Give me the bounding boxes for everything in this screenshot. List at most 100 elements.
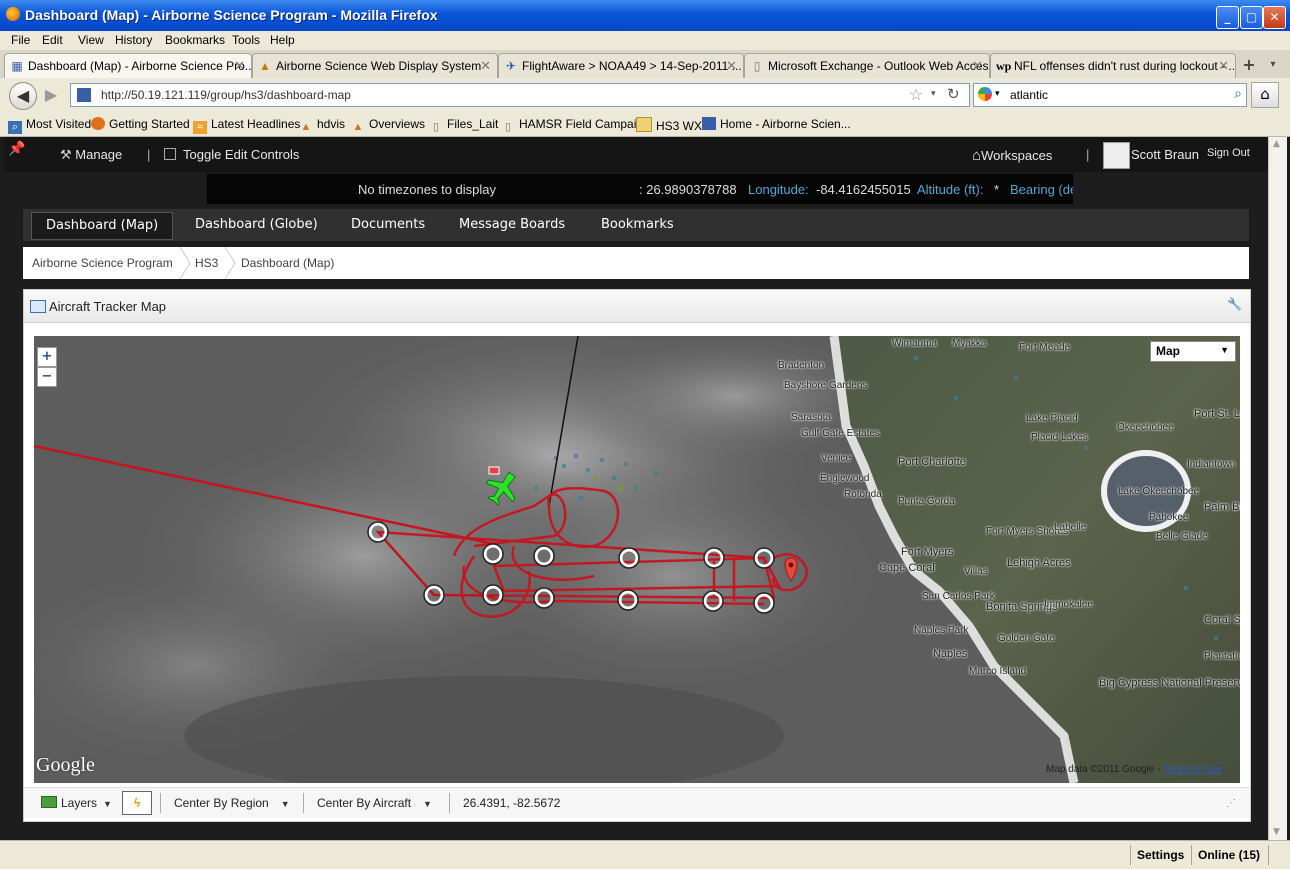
center-by-region-button[interactable]: Center By Region ▼ [174, 796, 290, 810]
avatar[interactable] [1103, 142, 1130, 169]
online-users[interactable]: Online (15) [1198, 848, 1260, 862]
scroll-down-icon[interactable]: ▼ [1273, 827, 1280, 837]
tab-close-icon[interactable]: ✕ [726, 58, 737, 74]
menu-history[interactable]: History [115, 33, 152, 47]
terms-of-use-link[interactable]: Terms of Use [1163, 764, 1222, 775]
sign-out-link[interactable]: Sign Out [1207, 147, 1250, 159]
nav-dashboard-globe[interactable]: Dashboard (Globe) [181, 209, 332, 241]
nav-dashboard-map[interactable]: Dashboard (Map) [31, 212, 174, 240]
zoom-out-button[interactable]: − [37, 367, 57, 387]
tab-close-icon[interactable]: ✕ [480, 58, 491, 74]
tab-web-display[interactable]: ▲ Airborne Science Web Display System ✕ [252, 53, 498, 78]
new-tab-button[interactable]: + [1238, 54, 1260, 76]
bookmark-latest-headlines[interactable]: ≈ Latest Headlines [193, 117, 300, 134]
search-engine-dropdown-icon[interactable]: ▾ [995, 88, 1000, 99]
tab-nfl[interactable]: wp NFL offenses didn't rust during locko… [990, 53, 1236, 78]
url-bar[interactable]: http://50.19.121.119/group/hs3/dashboard… [70, 83, 970, 107]
menu-view[interactable]: View [78, 33, 104, 47]
url-history-dropdown-icon[interactable]: ▾ [931, 88, 936, 99]
map-type-select[interactable]: Map ▼ [1150, 341, 1236, 362]
search-value: atlantic [1010, 88, 1049, 102]
altitude-value: * [994, 182, 1000, 197]
bookmark-overviews[interactable]: ▲ Overviews [351, 117, 425, 134]
page-icon: ▯ [432, 121, 440, 133]
bookmark-getting-started[interactable]: Getting Started [91, 117, 190, 131]
menu-edit[interactable]: Edit [42, 33, 63, 47]
breadcrumb-chevron-icon [224, 247, 236, 279]
resize-grip-icon[interactable]: ⋰ [1226, 798, 1236, 809]
checkbox-icon [164, 148, 176, 160]
bookmark-home-airborne[interactable]: Home - Airborne Scien... [702, 117, 851, 131]
town-label: Sarasota [791, 412, 832, 423]
close-button[interactable]: ✕ [1263, 6, 1286, 29]
tab-close-icon[interactable]: ✕ [972, 58, 983, 74]
pin-icon[interactable]: 📌 [8, 140, 25, 157]
separator [1191, 845, 1192, 865]
nav-message-boards[interactable]: Message Boards [445, 209, 579, 241]
tab-label: Dashboard (Map) - Airborne Science Pro..… [28, 59, 252, 73]
wp-icon: wp [996, 59, 1012, 73]
town-label: Pahokee [1149, 512, 1189, 523]
tab-list-button[interactable]: ▾ [1265, 54, 1281, 76]
scroll-up-icon[interactable]: ▲ [1273, 139, 1280, 149]
wrench-icon[interactable]: 🔧 [1227, 297, 1242, 311]
tab-dashboard-map[interactable]: ▦ Dashboard (Map) - Airborne Science Pro… [4, 53, 252, 79]
google-logo: Google [36, 754, 95, 776]
settings-button[interactable]: Settings [1137, 848, 1184, 862]
menu-file[interactable]: File [11, 33, 30, 47]
page-icon: ▦ [11, 59, 23, 73]
tab-flightaware[interactable]: ✈ FlightAware > NOAA49 > 14-Sep-2011 ...… [498, 53, 744, 78]
layers-button[interactable]: Layers ▼ [41, 796, 112, 810]
cursor-coordinates: 26.4391, -82.5672 [463, 796, 561, 810]
bookmark-hamsr[interactable]: ▯ HAMSR Field Campaign [501, 117, 650, 134]
town-label: Englewood [820, 473, 870, 484]
town-label: Fort Meade [1019, 342, 1071, 353]
breadcrumb-hs3[interactable]: HS3 [195, 256, 218, 270]
tab-label: Airborne Science Web Display System [276, 59, 482, 73]
toggle-edit-controls[interactable]: Toggle Edit Controls [164, 147, 299, 162]
search-icon[interactable]: ⌕ [1234, 85, 1242, 102]
maximize-button[interactable]: ▢ [1240, 6, 1263, 29]
bookmark-hs3-wx[interactable]: HS3 WX [636, 117, 702, 133]
search-field[interactable]: ▾ atlantic ⌕ [973, 83, 1247, 107]
bookmark-most-visited[interactable]: ⌕ Most Visited [8, 117, 91, 134]
aircraft-tracker-panel: Aircraft Tracker Map 🔧 + − Map ▼ Bradent… [23, 289, 1251, 822]
lightning-toggle[interactable]: ϟ [122, 791, 152, 815]
main-nav: Dashboard (Map) Dashboard (Globe) Docume… [23, 209, 1249, 241]
menu-tools[interactable]: Tools [232, 33, 260, 47]
panel-header: Aircraft Tracker Map 🔧 [24, 290, 1250, 323]
bookmark-files-lait[interactable]: ▯ Files_Lait [429, 117, 498, 134]
tab-close-icon[interactable]: ✕ [1218, 58, 1229, 74]
town-label: Port St. Lucie [1194, 408, 1240, 420]
back-button[interactable]: ◀ [9, 82, 37, 110]
dropdown-arrow-icon: ▼ [1220, 345, 1229, 355]
reload-icon[interactable]: ↻ [947, 85, 960, 103]
town-label: Lehigh Acres [1007, 557, 1071, 569]
bookmark-hdvis[interactable]: ▲ hdvis [299, 117, 345, 134]
tab-close-icon[interactable]: ✕ [234, 58, 245, 74]
separator [1130, 845, 1131, 865]
tab-outlook[interactable]: ▯ Microsoft Exchange - Outlook Web Acces… [744, 53, 990, 78]
menu-bookmarks[interactable]: Bookmarks [165, 33, 225, 47]
nav-bookmarks[interactable]: Bookmarks [587, 209, 688, 241]
altitude-label: Altitude (ft): [917, 182, 984, 197]
manage-link[interactable]: ⚒ Manage [60, 147, 122, 163]
town-label: Venice [821, 453, 852, 464]
menu-help[interactable]: Help [270, 33, 295, 47]
breadcrumb-airborne-science[interactable]: Airborne Science Program [32, 256, 173, 270]
center-aircraft-label: Center By Aircraft [317, 796, 412, 810]
center-by-aircraft-button[interactable]: Center By Aircraft ▼ [317, 796, 432, 810]
workspaces-link[interactable]: ⌂Workspaces [972, 147, 1052, 164]
forward-button[interactable]: ▶ [38, 82, 64, 108]
town-label: Rotonda [844, 489, 882, 500]
bookmark-star-icon[interactable]: ☆ [909, 85, 923, 105]
map-canvas[interactable]: + − Map ▼ Bradenton Bayshore Gardens Sar… [34, 336, 1240, 783]
nav-documents[interactable]: Documents [337, 209, 439, 241]
user-name[interactable]: Scott Braun [1131, 147, 1199, 162]
home-button[interactable]: ⌂ [1251, 82, 1279, 108]
minimize-button[interactable]: _ [1216, 6, 1239, 29]
zoom-in-button[interactable]: + [37, 347, 57, 367]
layers-label: Layers [61, 796, 98, 810]
town-label: Fort Myers [901, 546, 954, 558]
vertical-scrollbar[interactable]: ▲ ▼ [1268, 137, 1287, 840]
